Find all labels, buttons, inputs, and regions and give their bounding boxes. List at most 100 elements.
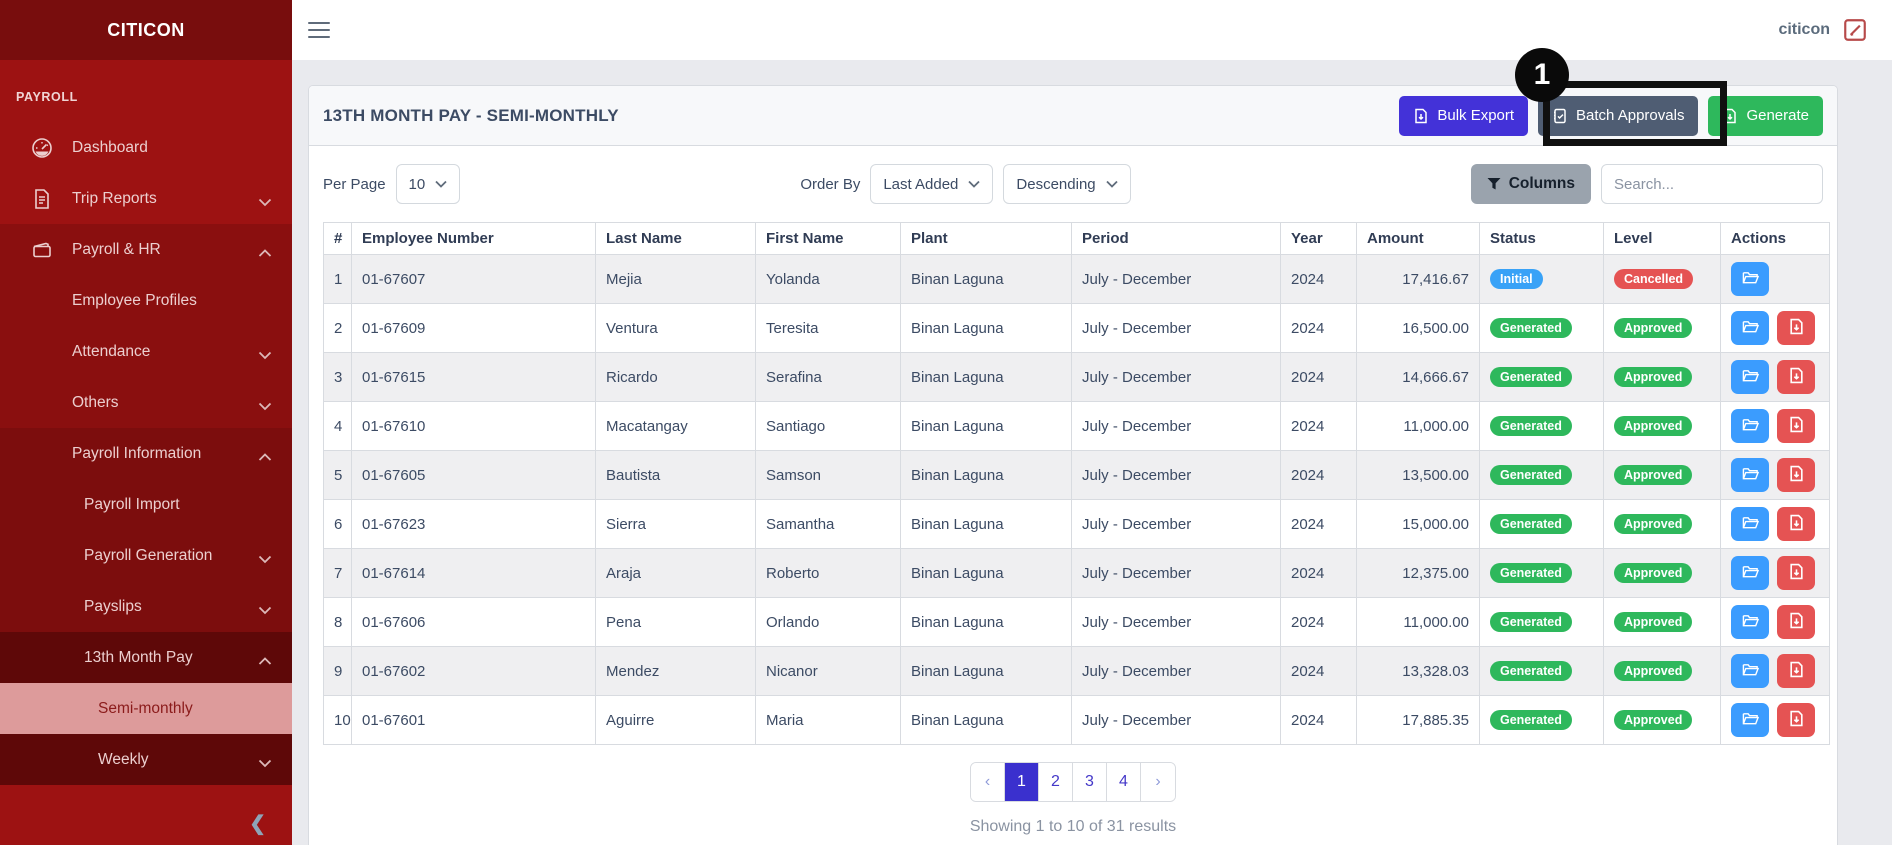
download-pdf-button[interactable] — [1777, 360, 1815, 394]
sidebar-item-payroll-generation[interactable]: Payroll Generation — [0, 530, 292, 581]
actions-cell — [1721, 353, 1830, 402]
amount-cell: 14,666.67 — [1357, 353, 1480, 402]
prev-page-button[interactable]: ‹ — [971, 763, 1005, 801]
sidebar-item-dashboard[interactable]: Dashboard — [0, 122, 292, 173]
table-row: 201-67609VenturaTeresitaBinan LagunaJuly… — [324, 304, 1830, 353]
download-pdf-button[interactable] — [1777, 409, 1815, 443]
sidebar-item-label: Payroll Information — [0, 445, 201, 463]
level-cell: Approved — [1604, 402, 1721, 451]
sidebar-item-others[interactable]: Others — [0, 377, 292, 428]
last-name-cell: Ventura — [596, 304, 756, 353]
columns-button[interactable]: Columns — [1471, 164, 1591, 204]
per-page-select[interactable]: 10 — [396, 164, 461, 204]
table-row: 701-67614ArajaRobertoBinan LagunaJuly - … — [324, 549, 1830, 598]
order-direction-select[interactable]: Descending — [1003, 164, 1130, 204]
folder-open-icon — [1742, 269, 1759, 289]
sidebar-item-semi-monthly[interactable]: Semi-monthly — [0, 683, 292, 734]
plant-cell: Binan Laguna — [901, 402, 1072, 451]
period-cell: July - December — [1072, 304, 1281, 353]
open-record-button[interactable] — [1731, 507, 1769, 541]
generate-button[interactable]: Generate — [1708, 96, 1823, 136]
page-button-1[interactable]: 1 — [1005, 763, 1039, 801]
year-cell: 2024 — [1281, 255, 1357, 304]
level-badge: Approved — [1614, 563, 1692, 583]
row-number-cell: 10 — [324, 696, 352, 745]
file-download-icon — [1788, 661, 1805, 681]
period-cell: July - December — [1072, 549, 1281, 598]
level-cell: Approved — [1604, 500, 1721, 549]
download-pdf-button[interactable] — [1777, 507, 1815, 541]
level-badge: Cancelled — [1614, 269, 1693, 289]
employee-number-cell: 01-67601 — [352, 696, 596, 745]
menu-toggle-icon[interactable] — [308, 22, 330, 38]
file-download-icon — [1788, 612, 1805, 632]
employee-number-cell: 01-67623 — [352, 500, 596, 549]
table-row: 501-67605BautistaSamsonBinan LagunaJuly … — [324, 451, 1830, 500]
level-badge: Approved — [1614, 514, 1692, 534]
page-button-3[interactable]: 3 — [1073, 763, 1107, 801]
status-badge: Generated — [1490, 661, 1572, 681]
download-pdf-button[interactable] — [1777, 311, 1815, 345]
order-by-control: Order By Last Added Descending — [800, 164, 1130, 204]
sidebar-item-payslips[interactable]: Payslips — [0, 581, 292, 632]
sidebar-item-attendance[interactable]: Attendance — [0, 326, 292, 377]
actions-cell — [1721, 402, 1830, 451]
status-cell: Generated — [1480, 451, 1604, 500]
brand-logo[interactable]: CITICON — [0, 0, 292, 60]
open-record-button[interactable] — [1731, 458, 1769, 492]
next-page-button[interactable]: › — [1141, 763, 1175, 801]
chevron-down-icon — [258, 755, 272, 764]
sidebar-collapse-button[interactable]: ❮ — [0, 801, 292, 845]
status-cell: Generated — [1480, 598, 1604, 647]
page-button-2[interactable]: 2 — [1039, 763, 1073, 801]
first-name-cell: Nicanor — [756, 647, 901, 696]
sidebar-item-payroll-information[interactable]: Payroll Information — [0, 428, 292, 479]
page-title: 13TH MONTH PAY - SEMI-MONTHLY — [323, 106, 619, 126]
order-field-select[interactable]: Last Added — [870, 164, 993, 204]
download-pdf-button[interactable] — [1777, 605, 1815, 639]
last-name-cell: Mejia — [596, 255, 756, 304]
first-name-cell: Roberto — [756, 549, 901, 598]
table-row: 401-67610MacatangaySantiagoBinan LagunaJ… — [324, 402, 1830, 451]
year-cell: 2024 — [1281, 647, 1357, 696]
clipboard-check-icon — [1552, 108, 1568, 124]
sidebar-item-payroll-import[interactable]: Payroll Import — [0, 479, 292, 530]
bulk-export-button[interactable]: Bulk Export — [1399, 96, 1528, 136]
column-header: Plant — [901, 223, 1072, 255]
actions-cell — [1721, 598, 1830, 647]
sidebar-item-trip-reports[interactable]: Trip Reports — [0, 173, 292, 224]
pagination: ‹1234› — [970, 762, 1176, 802]
year-cell: 2024 — [1281, 304, 1357, 353]
open-record-button[interactable] — [1731, 262, 1769, 296]
edit-square-icon[interactable] — [1842, 17, 1868, 43]
funnel-icon — [1487, 177, 1501, 191]
open-record-button[interactable] — [1731, 703, 1769, 737]
download-pdf-button[interactable] — [1777, 556, 1815, 590]
column-header: Amount — [1357, 223, 1480, 255]
sidebar-item-label: Others — [0, 394, 119, 412]
per-page-control: Per Page 10 — [323, 164, 460, 204]
sidebar-item-weekly[interactable]: Weekly — [0, 734, 292, 785]
open-record-button[interactable] — [1731, 311, 1769, 345]
period-cell: July - December — [1072, 402, 1281, 451]
open-record-button[interactable] — [1731, 654, 1769, 688]
sidebar-item-payroll-hr[interactable]: Payroll & HR — [0, 224, 292, 275]
search-input[interactable] — [1601, 164, 1823, 204]
open-record-button[interactable] — [1731, 556, 1769, 590]
batch-approvals-button[interactable]: Batch Approvals — [1538, 96, 1698, 136]
table-row: 901-67602MendezNicanorBinan LagunaJuly -… — [324, 647, 1830, 696]
period-cell: July - December — [1072, 598, 1281, 647]
open-record-button[interactable] — [1731, 605, 1769, 639]
download-pdf-button[interactable] — [1777, 458, 1815, 492]
download-pdf-button[interactable] — [1777, 703, 1815, 737]
status-badge: Initial — [1490, 269, 1543, 289]
open-record-button[interactable] — [1731, 409, 1769, 443]
plant-cell: Binan Laguna — [901, 549, 1072, 598]
download-pdf-button[interactable] — [1777, 654, 1815, 688]
sidebar-item-13th-month-pay[interactable]: 13th Month Pay — [0, 632, 292, 683]
amount-cell: 11,000.00 — [1357, 598, 1480, 647]
last-name-cell: Sierra — [596, 500, 756, 549]
sidebar-item-employee-profiles[interactable]: Employee Profiles — [0, 275, 292, 326]
open-record-button[interactable] — [1731, 360, 1769, 394]
page-button-4[interactable]: 4 — [1107, 763, 1141, 801]
